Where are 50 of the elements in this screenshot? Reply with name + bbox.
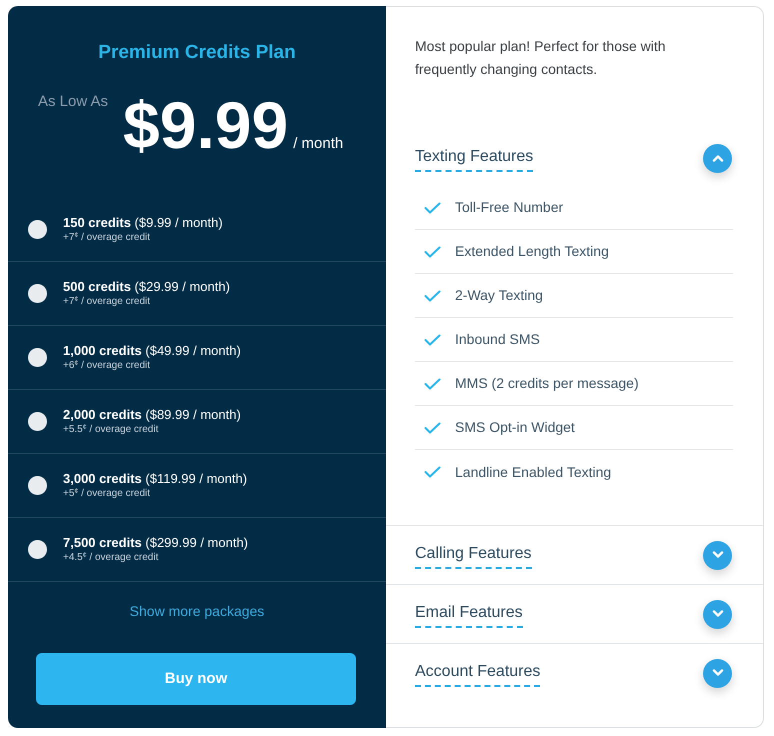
- package-label: 7,500 credits ($299.99 / month): [63, 534, 248, 551]
- chevron-down-icon: [712, 669, 724, 677]
- check-icon: [424, 202, 441, 214]
- chevron-down-icon: [712, 551, 724, 559]
- check-icon: [424, 422, 441, 434]
- overage-text: +7$^{¢}$ / overage credit: [63, 231, 152, 245]
- plan-title: Premium Credits Plan: [97, 41, 297, 65]
- package-label: 3,000 credits ($119.99 / month): [63, 470, 248, 487]
- section-title[interactable]: Account Features: [415, 662, 540, 687]
- check-icon: [424, 466, 441, 478]
- price-period: / month: [293, 135, 344, 153]
- plan-description: Most popular plan! Perfect for those with frequently changing contacts.: [414, 37, 667, 79]
- package-label: 500 credits ($29.99 / month): [63, 278, 230, 295]
- overage-text: +5$^{¢}$ / overage credit: [63, 487, 152, 501]
- check-icon: [424, 246, 441, 258]
- chevron-down-icon: [712, 610, 724, 618]
- package-label: 2,000 credits ($89.99 / month): [63, 406, 241, 423]
- package-label: 1,000 credits ($49.99 / month): [63, 342, 241, 359]
- overage-text: +6$^{¢}$ / overage credit: [63, 359, 152, 373]
- price-amount: $9.99: [123, 92, 288, 158]
- toggle-button[interactable]: [703, 600, 732, 628]
- check-icon: [424, 290, 441, 302]
- overage-text: +4.5$^{¢}$ / overage credit: [63, 551, 160, 565]
- radio-button[interactable]: [28, 540, 47, 559]
- feature-text: Inbound SMS: [455, 330, 540, 349]
- toggle-button[interactable]: [703, 658, 732, 688]
- radio-button[interactable]: [28, 476, 47, 495]
- section-title[interactable]: Email Features: [415, 603, 523, 628]
- overage-text: +7$^{¢}$ / overage credit: [63, 295, 152, 309]
- show-more-link[interactable]: Show more packages: [130, 603, 264, 619]
- check-icon: [424, 334, 441, 346]
- toggle-button[interactable]: [703, 540, 732, 570]
- section-title[interactable]: Calling Features: [415, 544, 532, 569]
- toggle-button[interactable]: [703, 144, 732, 172]
- radio-button[interactable]: [28, 348, 47, 367]
- radio-button[interactable]: [28, 284, 47, 303]
- section-title[interactable]: Texting Features: [415, 147, 534, 172]
- check-icon: [424, 378, 441, 390]
- chevron-up-icon: [712, 154, 724, 162]
- feature-text: Toll-Free Number: [455, 198, 564, 217]
- radio-button[interactable]: [28, 220, 47, 239]
- package-label: 150 credits ($9.99 / month): [63, 214, 223, 231]
- feature-text: MMS (2 credits per message): [455, 374, 639, 393]
- price-prefix: As Low As: [38, 92, 108, 112]
- radio-button[interactable]: [28, 412, 47, 431]
- overage-text: +5.5$^{¢}$ / overage credit: [63, 423, 160, 437]
- feature-text: 2-Way Texting: [455, 286, 543, 305]
- feature-text: SMS Opt-in Widget: [455, 418, 575, 437]
- feature-text: Landline Enabled Texting: [455, 462, 612, 482]
- feature-text: Extended Length Texting: [455, 242, 609, 261]
